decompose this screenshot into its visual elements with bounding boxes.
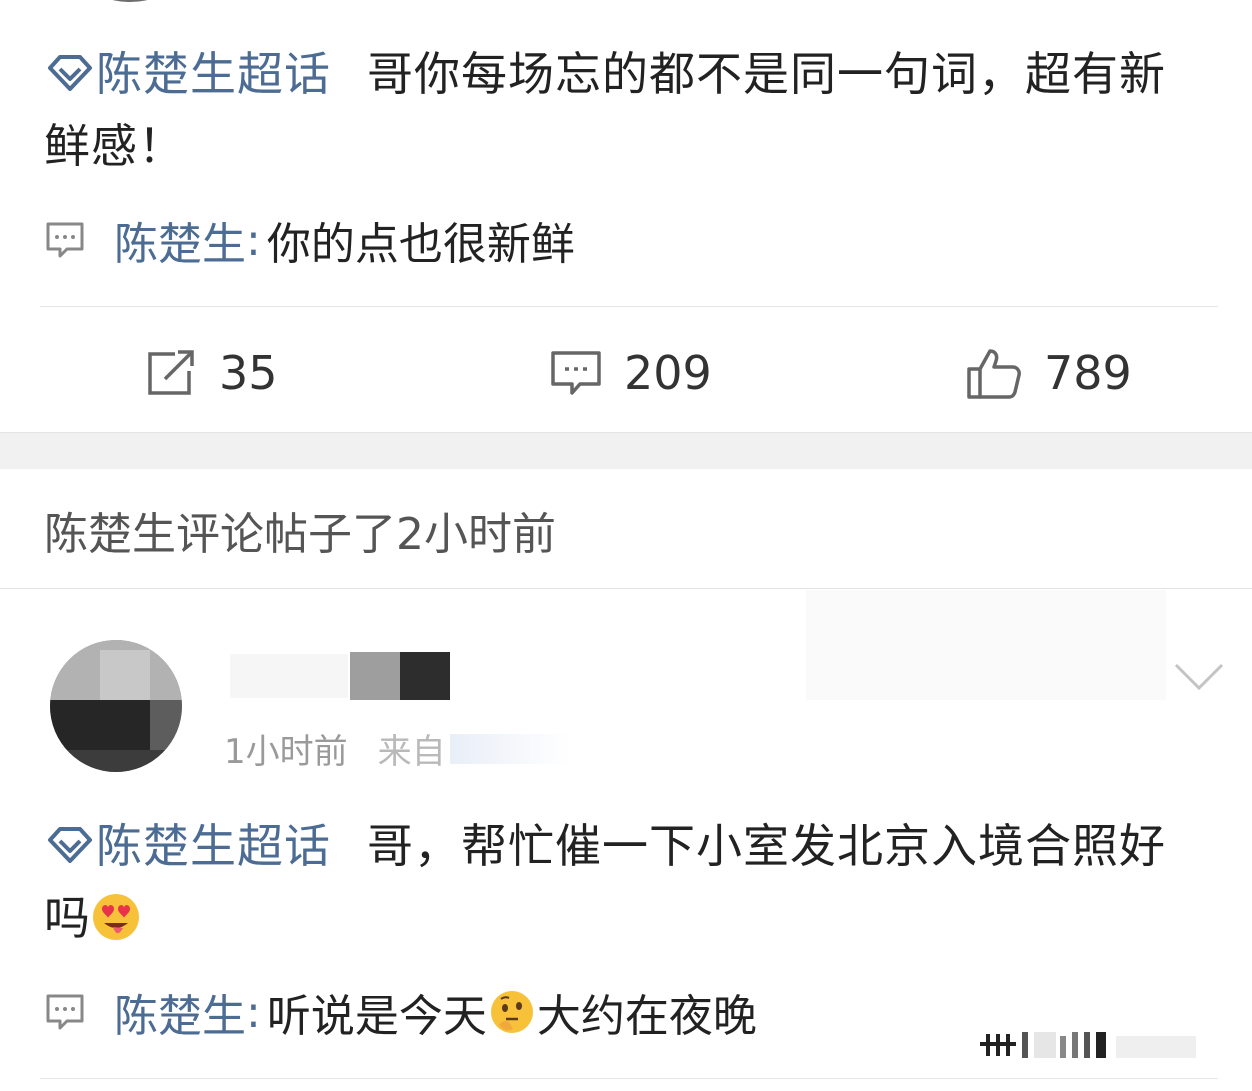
divider bbox=[40, 306, 1218, 307]
heart-eyes-tongue-emoji bbox=[93, 894, 139, 940]
blurred-source bbox=[449, 733, 570, 764]
post-2-author-reply[interactable]: 陈楚生: 听说是今天 大约在夜晚 bbox=[44, 982, 757, 1042]
post-source-label: 来自 bbox=[377, 732, 446, 772]
reply-text-part-1: 听说是今天 bbox=[266, 991, 487, 1042]
watermark-logo bbox=[976, 1028, 1226, 1062]
diamond-icon bbox=[48, 827, 92, 863]
avatar-pixel bbox=[50, 750, 182, 772]
chevron-down-icon[interactable] bbox=[1172, 660, 1226, 694]
reply-colon: : bbox=[246, 986, 261, 1038]
share-icon bbox=[148, 350, 194, 395]
username-pixel bbox=[400, 652, 450, 700]
like-button[interactable]: 789 bbox=[966, 338, 1132, 408]
blurred-username[interactable] bbox=[230, 652, 450, 700]
share-count: 35 bbox=[219, 346, 278, 400]
reply-author[interactable]: 陈楚生 bbox=[114, 208, 246, 272]
activity-header: 陈楚生评论帖子了2小时前 bbox=[44, 509, 556, 560]
avatar-pixel bbox=[50, 700, 150, 750]
weibo-feed: 陈楚生超话 哥你每场忘的都不是同一句词，超有新鲜感！ 陈楚生: 你的点也很新鲜 35… bbox=[0, 0, 1252, 1091]
previous-avatar-edge bbox=[90, 0, 170, 2]
reply-colon: : bbox=[246, 214, 261, 266]
post-1-topic-label: 陈楚生超话 bbox=[96, 47, 331, 101]
avatar-pixel bbox=[150, 700, 182, 750]
post-1-author-reply[interactable]: 陈楚生: 你的点也很新鲜 bbox=[44, 210, 575, 270]
username-pixel bbox=[230, 654, 348, 698]
reply-text-part-2: 大约在夜晚 bbox=[536, 991, 757, 1042]
divider bbox=[40, 1078, 1218, 1079]
avatar[interactable] bbox=[50, 640, 182, 772]
like-count: 789 bbox=[1044, 346, 1132, 400]
divider bbox=[0, 588, 1252, 589]
comment-button[interactable]: 209 bbox=[550, 338, 712, 408]
comment-icon bbox=[551, 351, 601, 395]
diamond-icon bbox=[48, 55, 92, 91]
avatar-pixel bbox=[100, 650, 150, 700]
post-meta: 1小时前 来自 bbox=[224, 724, 570, 773]
post-2-topic-link[interactable]: 陈楚生超话 bbox=[44, 819, 367, 873]
share-button[interactable]: 35 bbox=[145, 338, 278, 408]
username-pixel bbox=[350, 652, 400, 700]
post-time: 1小时前 bbox=[224, 732, 348, 772]
reply-text: 你的点也很新鲜 bbox=[266, 219, 575, 270]
comment-bubble-icon bbox=[46, 222, 84, 258]
post-1-topic-link[interactable]: 陈楚生超话 bbox=[44, 47, 367, 101]
thumbs-up-icon bbox=[967, 349, 1021, 399]
reply-author[interactable]: 陈楚生 bbox=[114, 980, 246, 1044]
blurred-header-area bbox=[806, 590, 1166, 700]
comment-bubble-icon bbox=[46, 994, 84, 1030]
post-2-content: 陈楚生超话 哥，帮忙催一下小室发北京入境合照好吗 bbox=[44, 810, 1204, 954]
post-2-topic-label: 陈楚生超话 bbox=[96, 819, 331, 873]
section-separator bbox=[0, 432, 1252, 469]
post-1-content: 陈楚生超话 哥你每场忘的都不是同一句词，超有新鲜感！ bbox=[44, 38, 1204, 182]
thinking-face-emoji bbox=[490, 991, 533, 1033]
comment-count: 209 bbox=[624, 346, 712, 400]
